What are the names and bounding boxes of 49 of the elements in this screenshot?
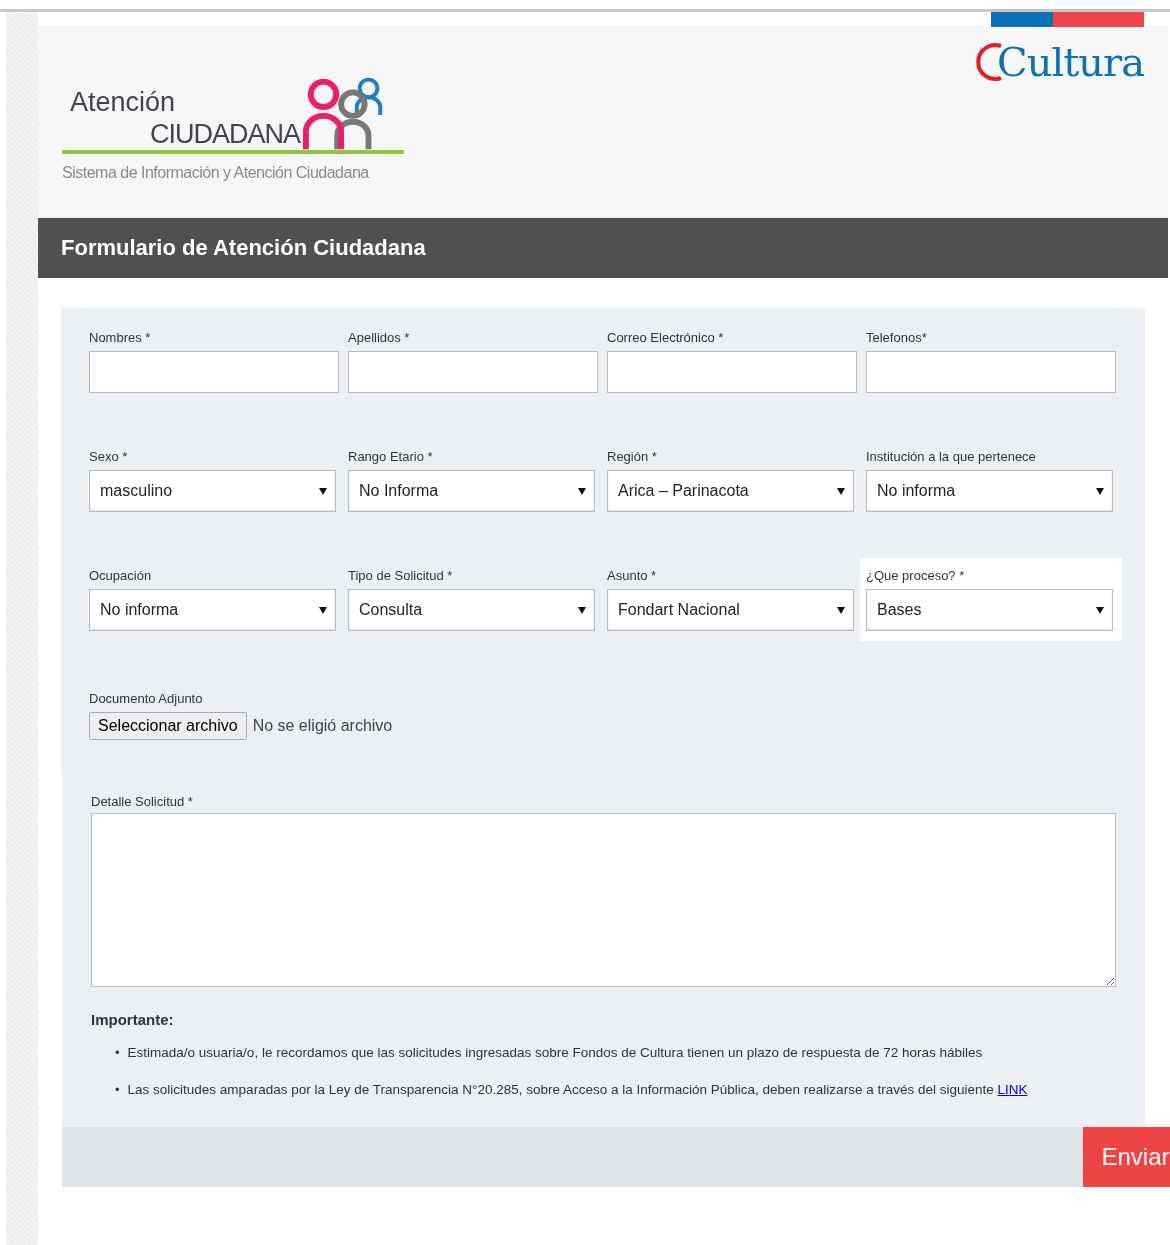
- field-label: Región *: [607, 449, 658, 464]
- select-field[interactable]: Fondart Nacional: [607, 589, 854, 631]
- select-field[interactable]: No informa: [866, 470, 1113, 512]
- detail-textarea[interactable]: [91, 813, 1116, 987]
- caret-icon: [319, 487, 327, 495]
- field-label: Telefonos*: [866, 330, 928, 345]
- choose-file-button[interactable]: Seleccionar archivo: [89, 712, 247, 740]
- file-status-text: No se eligió archivo: [252, 717, 393, 735]
- field-label: Ocupación: [89, 568, 153, 583]
- field-label: Nombres *: [89, 330, 152, 345]
- logo-text: Atención: [70, 86, 176, 118]
- select-field[interactable]: Bases: [866, 589, 1113, 631]
- form-title: Formulario de Atención Ciudadana: [61, 235, 426, 261]
- select-field[interactable]: No Informa: [348, 470, 595, 512]
- text-field[interactable]: [89, 351, 339, 393]
- caret-icon: [578, 606, 586, 614]
- select-field[interactable]: masculino: [89, 470, 336, 512]
- select-field[interactable]: Consulta: [348, 589, 595, 631]
- field-label: Sexo *: [89, 449, 129, 464]
- logo-subtitle: Sistema de Información y Atención Ciudadana: [62, 163, 369, 183]
- caret-icon: [319, 606, 327, 614]
- bullet: •: [115, 1044, 120, 1062]
- field-label: Documento Adjunto: [89, 691, 204, 706]
- field-label: Apellidos *: [348, 330, 411, 345]
- field-label: Correo Electrónico *: [607, 330, 725, 345]
- logo-text: CIUDADANA: [150, 118, 301, 150]
- text-field[interactable]: [866, 351, 1116, 393]
- notice-item: Estimada/o usuaria/o, le recordamos que las solicitudes ingresadas sobre Fondos de Cultura tienen un plazo de respuesta de 72 horas hábiles: [127, 1044, 983, 1062]
- caret-icon: [837, 606, 845, 614]
- submit-button[interactable]: Enviar: [1083, 1127, 1170, 1187]
- bullet: •: [115, 1081, 120, 1099]
- caret-icon: [1096, 606, 1104, 614]
- caret-icon: [578, 487, 586, 495]
- text-field[interactable]: [348, 351, 598, 393]
- field-label: Tipo de Solicitud *: [348, 568, 454, 583]
- brand-logo-text: Cultura: [997, 39, 1144, 85]
- caret-icon: [837, 487, 845, 495]
- text-field[interactable]: [607, 351, 857, 393]
- caret-icon: [1096, 487, 1104, 495]
- field-label: Asunto *: [607, 568, 658, 583]
- link[interactable]: LINK: [997, 1082, 1028, 1097]
- notice-title: Importante:: [91, 1011, 175, 1028]
- field-label: ¿Que proceso? *: [866, 568, 966, 583]
- select-field[interactable]: Arica – Parinacota: [607, 470, 854, 512]
- select-field[interactable]: No informa: [89, 589, 336, 631]
- notice-item: Las solicitudes amparadas por la Ley de Transparencia N°20.285, sobre Acceso a la Información Pública, deben realizarse a través del siguiente LINK: [127, 1081, 1028, 1099]
- field-label: Institución a la que pertenece: [866, 449, 1037, 464]
- field-label: Detalle Solicitud *: [91, 794, 194, 809]
- field-label: Rango Etario *: [348, 449, 434, 464]
